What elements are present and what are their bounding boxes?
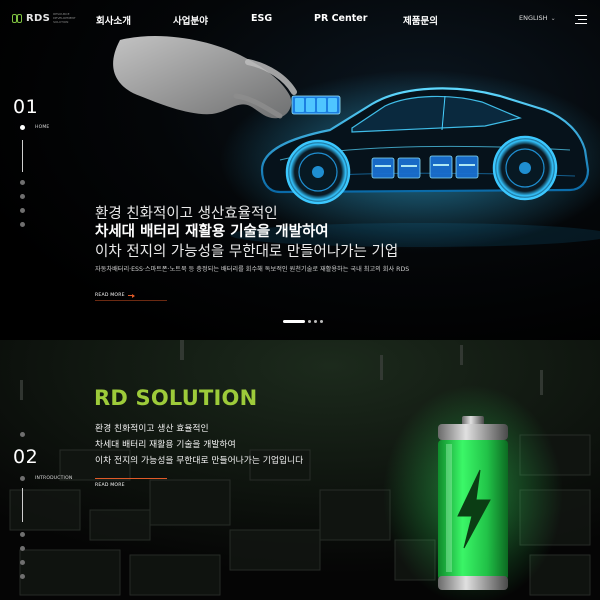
- page: 01 HOME 환경 친화적이고 생산효율적인 차세대 배터리 재활용 기술을 …: [0, 0, 600, 600]
- intro-section: 02 INTRODUCTION: [0, 340, 600, 600]
- hero-headline-line2: 차세대 배터리 재활용 기술을 개발하여: [95, 224, 329, 240]
- section-dot[interactable]: [20, 432, 25, 437]
- nav-item-business[interactable]: 사업분야: [173, 13, 208, 27]
- section-dot[interactable]: [20, 532, 25, 537]
- arrow-right-icon: [128, 293, 135, 298]
- pager-active-bar[interactable]: [283, 319, 305, 323]
- section-dot[interactable]: [20, 574, 25, 579]
- read-more-underline: [95, 478, 167, 479]
- hero-headline-line3: 이차 전지의 가능성을 무한대로 만들어나가는 기업: [95, 244, 399, 260]
- progress-line: [22, 488, 23, 522]
- intro-background-illustration: [0, 340, 600, 600]
- progress-line: [22, 140, 23, 172]
- section-number: 02: [13, 446, 39, 468]
- nav-item-pr-center[interactable]: PR Center: [314, 13, 367, 24]
- read-more-underline: [95, 300, 167, 301]
- intro-read-more-link[interactable]: READ MORE: [95, 483, 125, 488]
- slide-dot[interactable]: [20, 222, 25, 227]
- slide-dot-active[interactable]: [20, 125, 25, 130]
- slide-dot[interactable]: [20, 180, 25, 185]
- section-dot[interactable]: [20, 546, 25, 551]
- hero-read-more-link[interactable]: READ MORE: [95, 293, 125, 298]
- site-header: RDS RESOURCE DEVELOPMENT SOLUTION 회사소개 사…: [0, 0, 600, 38]
- intro-title: RD SOLUTION: [94, 386, 258, 410]
- hero-car-illustration: [113, 35, 600, 250]
- language-label: ENGLISH: [519, 14, 548, 22]
- section-dot[interactable]: [20, 476, 25, 481]
- language-selector[interactable]: ENGLISH ⌄: [519, 14, 556, 22]
- intro-line2: 차세대 배터리 재활용 기술을 개발하여: [95, 440, 236, 450]
- hamburger-icon[interactable]: [575, 15, 587, 25]
- section-dot[interactable]: [20, 560, 25, 565]
- section-number: 01: [13, 96, 39, 118]
- hero-section: 01 HOME 환경 친화적이고 생산효율적인 차세대 배터리 재활용 기술을 …: [0, 0, 600, 345]
- chevron-down-icon: ⌄: [550, 14, 556, 22]
- nav-item-esg[interactable]: ESG: [251, 13, 272, 24]
- slide-pager: [283, 319, 323, 323]
- side-label: HOME: [35, 125, 50, 130]
- hero-description: 자동차배터리·ESS·스마트폰·노트북 등 충정되는 배터리를 회수해 독보적인…: [95, 266, 410, 273]
- pager-dot[interactable]: [308, 319, 311, 323]
- intro-line3: 이차 전지의 가능성을 무한대로 만들어나가는 기업입니다: [95, 456, 304, 466]
- intro-line1: 환경 친화적이고 생산 효율적인: [95, 424, 209, 434]
- pager-dot[interactable]: [320, 319, 323, 323]
- slide-dot[interactable]: [20, 208, 25, 213]
- side-label: INTRODUCTION: [35, 476, 73, 481]
- pager-dot[interactable]: [314, 319, 317, 323]
- nav-item-inquiry[interactable]: 제품문의: [403, 13, 438, 27]
- main-nav: 회사소개 사업분야 ESG PR Center 제품문의: [0, 13, 600, 27]
- nav-item-about[interactable]: 회사소개: [96, 13, 131, 27]
- slide-dot[interactable]: [20, 194, 25, 199]
